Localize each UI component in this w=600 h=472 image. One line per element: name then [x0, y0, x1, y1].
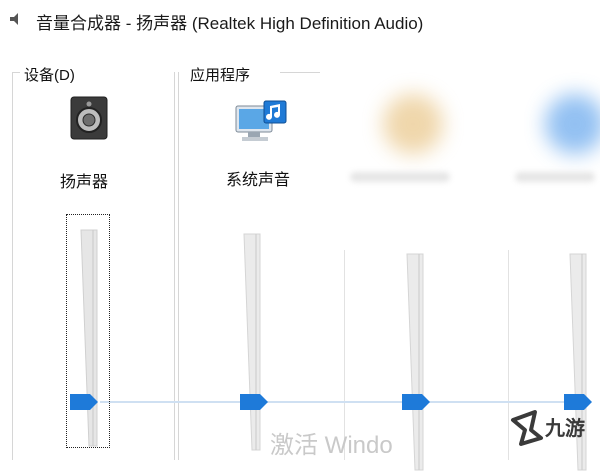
- device-name-label: 扬声器: [60, 174, 109, 191]
- system-sounds-icon[interactable]: [234, 100, 292, 144]
- speaker-device-icon[interactable]: [70, 96, 108, 140]
- app-volume-thumb[interactable]: [402, 394, 430, 410]
- device-volume-track[interactable]: [77, 228, 99, 448]
- device-group-left-line: [12, 72, 13, 460]
- apps-section-label: 应用程序: [190, 67, 251, 84]
- device-section-label: 设备(D): [24, 67, 75, 84]
- window-title: 音量合成器 - 扬声器 (Realtek High Definition Aud…: [36, 14, 424, 33]
- blurred-app-icon: [383, 94, 443, 154]
- app-volume-track[interactable]: [403, 252, 425, 472]
- blurred-app-label: [350, 172, 450, 182]
- brand-text: 九游: [545, 416, 585, 440]
- activation-watermark: 激活 Windo: [270, 432, 393, 459]
- blurred-app-icon: [545, 94, 600, 154]
- device-group-top-line: [12, 72, 20, 73]
- device-volume-thumb[interactable]: [70, 394, 98, 410]
- apps-group-top-line: [280, 72, 320, 73]
- app-volume-thumb[interactable]: [240, 394, 268, 410]
- app-name-label: 系统声音: [226, 172, 291, 189]
- title-bar: 音量合成器 - 扬声器 (Realtek High Definition Aud…: [0, 0, 600, 40]
- blurred-app-label: [515, 172, 595, 182]
- speaker-icon: [8, 11, 24, 27]
- app-volume-track[interactable]: [240, 232, 262, 452]
